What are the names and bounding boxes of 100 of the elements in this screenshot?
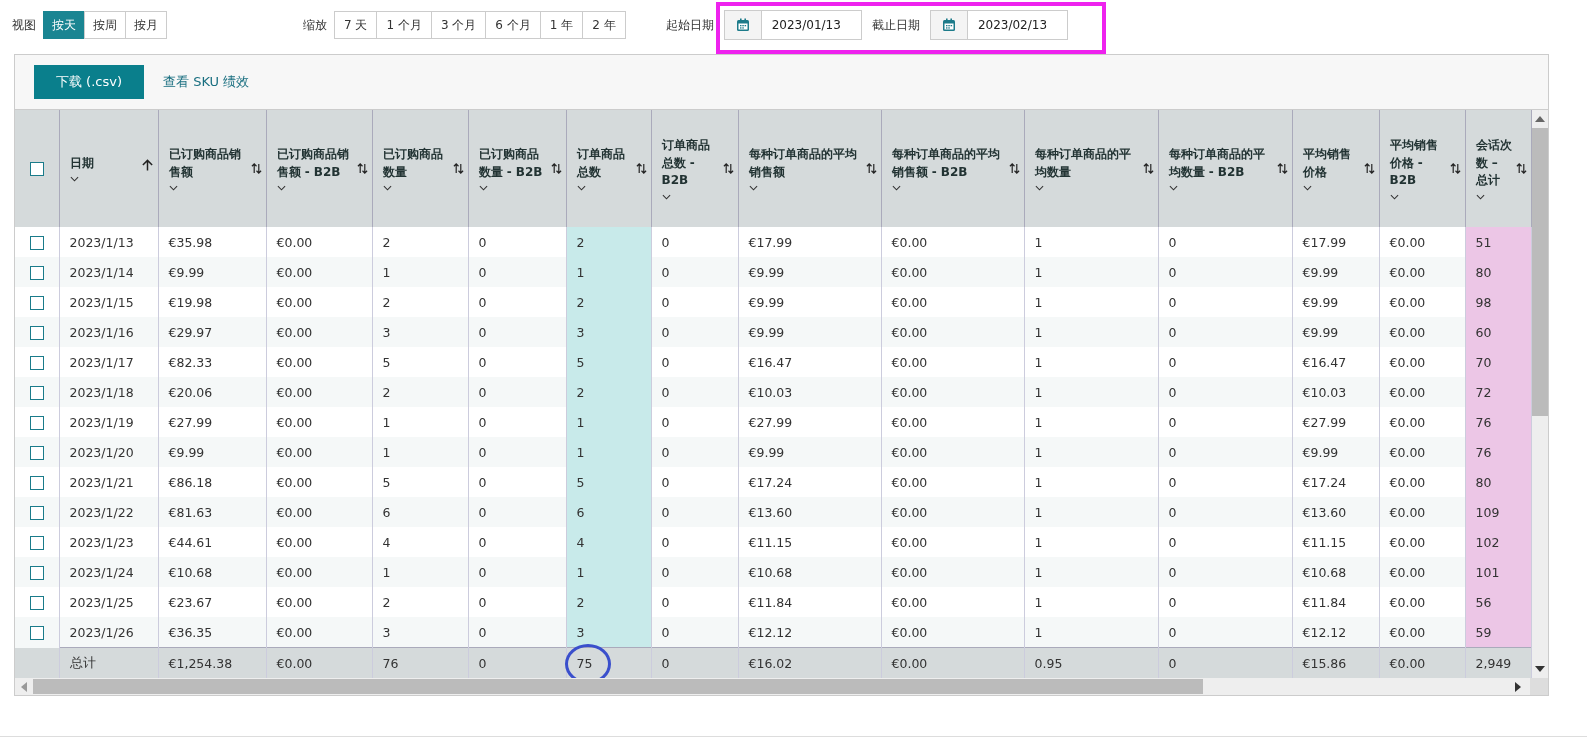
row-checkbox[interactable] (29, 295, 44, 310)
chevron-down-icon[interactable] (661, 193, 671, 200)
row-checkbox[interactable] (29, 595, 44, 610)
chevron-down-icon[interactable] (1475, 193, 1485, 200)
row-checkbox[interactable] (29, 565, 44, 580)
chevron-down-icon[interactable] (576, 184, 586, 191)
row-checkbox[interactable] (29, 475, 44, 490)
chevron-down-icon[interactable] (1168, 184, 1178, 191)
table-cell: 51 (1465, 227, 1531, 257)
sort-icon[interactable] (1276, 162, 1288, 175)
view-toggle[interactable]: 按月 (125, 11, 167, 39)
sort-icon[interactable] (250, 162, 262, 175)
table-cell: 72 (1465, 377, 1531, 407)
sku-performance-link[interactable]: 查看 SKU 绩效 (163, 73, 250, 91)
table-cell: €9.99 (1292, 437, 1379, 467)
sort-icon[interactable] (865, 162, 877, 175)
view-toggle[interactable]: 按天 (43, 11, 85, 39)
chevron-down-icon[interactable] (1302, 184, 1312, 191)
total-cell: €0.00 (891, 655, 928, 671)
row-checkbox[interactable] (29, 445, 44, 460)
row-checkbox[interactable] (29, 235, 44, 250)
zoom-option[interactable]: 3 个月 (430, 11, 487, 39)
table-cell: 0 (651, 257, 738, 287)
scroll-up-icon[interactable] (1534, 116, 1545, 122)
table-cell: 101 (1465, 557, 1531, 587)
sort-icon[interactable] (356, 162, 368, 175)
chevron-down-icon[interactable] (168, 184, 178, 191)
sort-up-icon[interactable] (140, 158, 154, 173)
chevron-down-icon[interactable] (1389, 193, 1399, 200)
table-cell: 0 (651, 617, 738, 648)
table-cell: 3 (566, 617, 651, 648)
table-cell: 0 (1158, 497, 1292, 527)
table-cell: 109 (1465, 497, 1531, 527)
table-cell: 102 (1465, 527, 1531, 557)
total-cell: 0 (1168, 655, 1177, 671)
sort-icon[interactable] (1515, 162, 1527, 175)
row-checkbox[interactable] (29, 415, 44, 430)
table-cell: 0 (468, 497, 566, 527)
chevron-down-icon[interactable] (1034, 184, 1044, 191)
sort-icon[interactable] (550, 162, 562, 175)
table-cell: €10.03 (738, 377, 881, 407)
table-cell: 0 (651, 557, 738, 587)
select-all-checkbox[interactable] (29, 161, 44, 176)
row-checkbox[interactable] (29, 265, 44, 280)
chevron-down-icon[interactable] (748, 184, 758, 191)
table-cell: €9.99 (1292, 257, 1379, 287)
start-date-field[interactable]: 2023/01/13 (723, 10, 862, 40)
chevron-down-icon[interactable] (382, 184, 392, 191)
zoom-option[interactable]: 2 年 (582, 11, 626, 39)
table-cell: 1 (1024, 617, 1158, 648)
row-checkbox[interactable] (29, 626, 44, 640)
scroll-right-icon[interactable] (1515, 681, 1521, 692)
table-cell: 0 (468, 437, 566, 467)
table-cell: 59 (1465, 617, 1531, 648)
row-checkbox[interactable] (29, 505, 44, 520)
total-cell: 0 (661, 655, 670, 671)
download-button[interactable]: 下载 (.csv) (34, 65, 144, 99)
sort-icon[interactable] (1142, 162, 1154, 175)
row-checkbox[interactable] (29, 385, 44, 400)
table-cell: 1 (566, 407, 651, 437)
chevron-down-icon[interactable] (69, 176, 79, 183)
table-cell: 2023/1/16 (59, 317, 158, 347)
row-checkbox[interactable] (29, 535, 44, 550)
table-cell: €0.00 (266, 497, 372, 527)
column-header[interactable]: 日期 (69, 154, 94, 173)
table-cell: 2023/1/20 (59, 437, 158, 467)
table-cell: 5 (566, 347, 651, 377)
chevron-down-icon[interactable] (891, 184, 901, 191)
row-checkbox[interactable] (29, 355, 44, 370)
row-checkbox[interactable] (29, 325, 44, 340)
table-cell: €0.00 (881, 377, 1024, 407)
chevron-down-icon[interactable] (478, 184, 488, 191)
end-date-field[interactable]: 2023/02/13 (929, 10, 1069, 40)
zoom-label: 缩放 (303, 16, 327, 34)
table-cell: 0 (651, 497, 738, 527)
table-cell: 1 (372, 557, 468, 587)
table-cell: €9.99 (1292, 317, 1379, 347)
zoom-option[interactable]: 7 天 (334, 11, 378, 39)
table-cell: €0.00 (881, 437, 1024, 467)
view-toggle[interactable]: 按周 (84, 11, 126, 39)
chevron-down-icon[interactable] (276, 184, 286, 191)
sort-icon[interactable] (1449, 162, 1461, 175)
sort-icon[interactable] (1363, 162, 1375, 175)
sort-icon[interactable] (452, 162, 464, 175)
sort-icon[interactable] (1008, 162, 1020, 175)
sort-icon[interactable] (635, 162, 647, 175)
scroll-down-icon[interactable] (1534, 666, 1545, 672)
zoom-option[interactable]: 1 个月 (376, 11, 432, 39)
table-cell: €0.00 (266, 557, 372, 587)
total-cell: 76 (382, 655, 399, 671)
sort-icon[interactable] (722, 162, 734, 175)
table-cell: €10.68 (738, 557, 881, 587)
horizontal-scrollbar[interactable] (15, 678, 1548, 695)
table-cell: €0.00 (881, 557, 1024, 587)
table-cell: 1 (1024, 437, 1158, 467)
zoom-option[interactable]: 1 年 (539, 11, 584, 39)
table-cell: 1 (566, 257, 651, 287)
total-cell: €16.02 (748, 655, 793, 671)
zoom-option[interactable]: 6 个月 (485, 11, 541, 39)
table-cell: 2023/1/14 (59, 257, 158, 287)
